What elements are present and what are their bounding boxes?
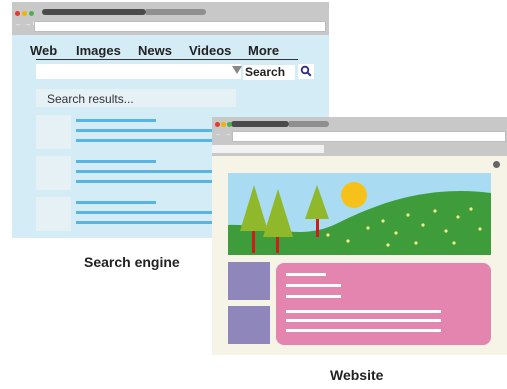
nav-web[interactable]: Web: [30, 43, 57, 58]
card-text-line: [286, 295, 341, 298]
sidebar-block[interactable]: [228, 262, 270, 300]
window-minimize-dot[interactable]: [221, 122, 226, 127]
result-text-line: [76, 180, 216, 183]
bookmarks-bar: [212, 145, 324, 153]
result-text-line: [76, 211, 216, 214]
address-bar[interactable]: [232, 131, 506, 142]
nav-news[interactable]: News: [138, 43, 172, 58]
dropdown-arrow-icon[interactable]: [232, 66, 242, 74]
browser-tab-active[interactable]: [231, 121, 289, 127]
result-text-line: [76, 221, 216, 224]
browser-tab-inactive[interactable]: [289, 121, 329, 127]
search-input[interactable]: [36, 64, 241, 79]
result-title-line[interactable]: [76, 160, 156, 163]
results-label: Search results...: [47, 92, 134, 106]
sidebar-block[interactable]: [228, 306, 270, 344]
window-close-dot[interactable]: [215, 122, 220, 127]
card-text-line: [286, 319, 441, 322]
card-text-line: [286, 284, 341, 287]
result-text-line: [76, 170, 216, 173]
search-engine-caption: Search engine: [84, 254, 180, 270]
card-text-line: [286, 329, 441, 332]
browser-tab-inactive[interactable]: [146, 9, 206, 15]
window-maximize-dot[interactable]: [227, 122, 232, 127]
window-maximize-dot[interactable]: [29, 11, 34, 16]
search-icon: [300, 65, 312, 77]
browser-tab-active[interactable]: [42, 9, 146, 15]
close-icon[interactable]: [493, 161, 500, 168]
nav-more[interactable]: More: [248, 43, 279, 58]
result-text-line: [76, 139, 216, 142]
address-bar[interactable]: [34, 21, 326, 32]
result-thumbnail[interactable]: [36, 156, 71, 190]
card-text-line: [286, 273, 326, 276]
result-text-line: [76, 129, 216, 132]
search-button-label[interactable]: Search: [243, 65, 295, 80]
result-title-line[interactable]: [76, 201, 156, 204]
nav-underline: [36, 59, 298, 60]
result-title-line[interactable]: [76, 119, 156, 122]
nav-images[interactable]: Images: [76, 43, 121, 58]
window-close-dot[interactable]: [15, 11, 20, 16]
card-text-line: [286, 310, 441, 313]
result-thumbnail[interactable]: [36, 197, 71, 231]
window-minimize-dot[interactable]: [22, 11, 27, 16]
hero-landscape-image: [228, 173, 491, 255]
content-card: [276, 263, 491, 345]
website-caption: Website: [330, 367, 384, 383]
search-button[interactable]: [298, 64, 314, 79]
nav-videos[interactable]: Videos: [189, 43, 231, 58]
result-thumbnail[interactable]: [36, 115, 71, 149]
website-window: ← → C: [212, 117, 507, 355]
